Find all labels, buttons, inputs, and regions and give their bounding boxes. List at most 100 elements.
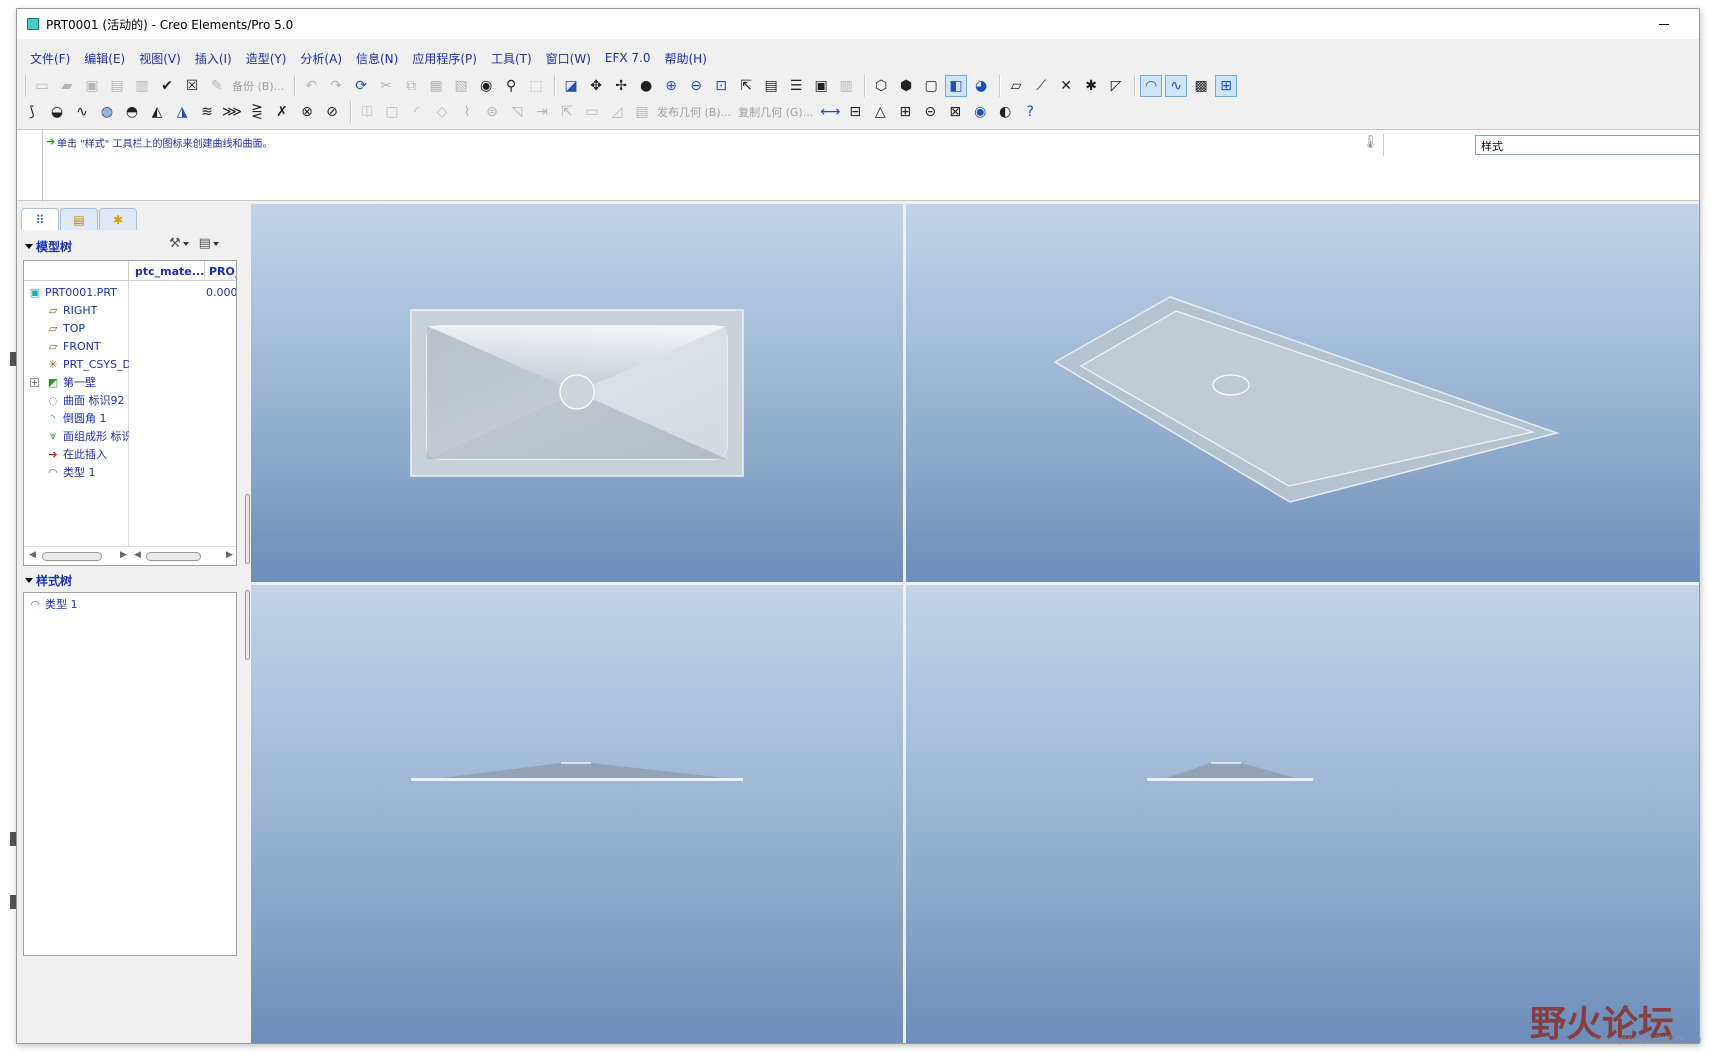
scroll-thumb[interactable]: [146, 552, 201, 561]
scroll-thumb[interactable]: [42, 552, 102, 561]
rectangle-icon[interactable]: ▢: [381, 101, 403, 123]
delete-curvature-icon[interactable]: ✗: [271, 101, 293, 123]
dihedral-analysis-icon[interactable]: ⋛: [246, 101, 268, 123]
solidify-icon[interactable]: ⇥: [531, 101, 553, 123]
tree-item-style-feature[interactable]: ◠ 类型 1: [24, 463, 236, 481]
enhanced-realism-icon[interactable]: ◕: [970, 75, 992, 97]
paste-icon[interactable]: ▦: [425, 75, 447, 97]
expand-icon[interactable]: +: [30, 377, 39, 387]
saved-views-icon[interactable]: ▤: [760, 75, 782, 97]
curvature-analysis-icon[interactable]: ◍: [96, 101, 118, 123]
interference-icon[interactable]: ⊠: [944, 101, 966, 123]
datum-planes-display-icon[interactable]: ▱: [1005, 75, 1027, 97]
panel-splitter[interactable]: [245, 494, 250, 674]
spin-center-icon[interactable]: ✥: [585, 75, 607, 97]
save-copy-icon[interactable]: ▤: [106, 75, 128, 97]
tree-item-round[interactable]: ◝ 倒圆角 1: [24, 409, 236, 427]
section-analysis-icon[interactable]: ◭: [146, 101, 168, 123]
menu-style[interactable]: 造型(Y): [239, 50, 294, 67]
four-view-icon[interactable]: ⊞: [1215, 75, 1238, 97]
scroll-left-icon[interactable]: ◀: [29, 550, 36, 560]
layers-icon[interactable]: ☰: [785, 75, 807, 97]
backup-label[interactable]: 备份 (B)...: [232, 78, 284, 94]
curve-edit-icon[interactable]: ∿: [71, 101, 93, 123]
sketch-icon[interactable]: ◿: [606, 101, 628, 123]
save-icon[interactable]: ▣: [81, 75, 103, 97]
undo-icon[interactable]: ↶: [300, 75, 322, 97]
measure-area-icon[interactable]: ⊟: [844, 101, 866, 123]
redo-icon[interactable]: ↷: [325, 75, 347, 97]
viewport-side-view[interactable]: [906, 585, 1699, 1043]
shell-icon[interactable]: ▭: [581, 101, 603, 123]
shade-analysis-icon[interactable]: ◓: [121, 101, 143, 123]
cut-icon[interactable]: ✂: [375, 75, 397, 97]
splitter-grip[interactable]: [245, 494, 250, 564]
measure-angle-icon[interactable]: △: [869, 101, 891, 123]
print-icon[interactable]: ▥: [131, 75, 153, 97]
traffic-light-icon[interactable]: ◉: [475, 75, 497, 97]
orient-mode-icon[interactable]: ✢: [610, 75, 632, 97]
menu-tools[interactable]: 工具(T): [484, 50, 539, 67]
shading-sphere-icon[interactable]: ●: [635, 75, 657, 97]
csys-display-icon[interactable]: ✱: [1080, 75, 1102, 97]
appearance-icon[interactable]: ▥: [835, 75, 857, 97]
tree-columns-icon[interactable]: ▤: [199, 236, 211, 251]
view-manager-icon[interactable]: ▣: [810, 75, 832, 97]
no-hidden-icon[interactable]: ▢: [920, 75, 942, 97]
tree-item-front[interactable]: ▱ FRONT: [24, 337, 236, 355]
regenerate-check-icon[interactable]: ✔: [156, 75, 178, 97]
arc-icon[interactable]: ◜: [406, 101, 428, 123]
open-folder-icon[interactable]: ▰: [56, 75, 78, 97]
trim-icon[interactable]: ⌇: [456, 101, 478, 123]
merge-icon[interactable]: ◇: [431, 101, 453, 123]
selection-box-icon[interactable]: ⬚: [525, 75, 547, 97]
scroll-left-icon[interactable]: ◀: [134, 550, 141, 560]
datum-axes-display-icon[interactable]: ⟋: [1030, 75, 1052, 97]
new-file-icon[interactable]: ▭: [31, 75, 53, 97]
scroll-right-icon[interactable]: ▶: [226, 550, 233, 560]
x-section-icon[interactable]: ⊝: [919, 101, 941, 123]
mass-properties-icon[interactable]: ⊞: [894, 101, 916, 123]
graphics-area[interactable]: [251, 204, 1699, 1043]
menu-info[interactable]: 信息(N): [349, 50, 405, 67]
find-binoculars-icon[interactable]: ⚲: [500, 75, 522, 97]
close-window-icon[interactable]: ☒: [181, 75, 203, 97]
menu-insert[interactable]: 插入(I): [188, 50, 239, 67]
extend-icon[interactable]: ◹: [506, 101, 528, 123]
datum-points-display-icon[interactable]: ✕: [1055, 75, 1077, 97]
measure-distance-icon[interactable]: ⟷: [819, 101, 841, 123]
repaint-icon[interactable]: ◪: [560, 75, 582, 97]
column-header-material[interactable]: ptc_mate...: [135, 265, 204, 278]
copy-geometry-label[interactable]: 复制几何 (G)...: [738, 104, 813, 120]
tab-model-tree[interactable]: ⠿: [21, 208, 59, 230]
viewport-front-view[interactable]: [251, 585, 903, 1043]
reorient-icon[interactable]: ⇱: [735, 75, 757, 97]
tree-item-surface[interactable]: ◌ 曲面 标识92: [24, 391, 236, 409]
grid-display-icon[interactable]: ▩: [1190, 75, 1212, 97]
slope-analysis-icon[interactable]: ⋙: [221, 101, 243, 123]
style-tree-item[interactable]: ◠ 类型 1: [24, 595, 236, 613]
viewport-top-view[interactable]: [251, 204, 903, 582]
tree-item-right[interactable]: ▱ RIGHT: [24, 301, 236, 319]
paste-special-icon[interactable]: ▧: [450, 75, 472, 97]
tree-item-top[interactable]: ▱ TOP: [24, 319, 236, 337]
reflection-analysis-icon[interactable]: ≋: [196, 101, 218, 123]
dropdown-arrow-icon[interactable]: [182, 241, 189, 246]
scroll-right-icon[interactable]: ▶: [120, 550, 127, 560]
annotation-display-icon[interactable]: ◸: [1105, 75, 1127, 97]
tab-favorites[interactable]: ✱: [99, 208, 137, 230]
offset-icon[interactable]: ⊜: [481, 101, 503, 123]
tab-folder-browser[interactable]: ▤: [60, 208, 98, 230]
delete-all-analysis-icon[interactable]: ⊘: [321, 101, 343, 123]
curve-tool-icon[interactable]: ⟆: [21, 101, 43, 123]
column-header-pro[interactable]: PRO_: [209, 265, 236, 278]
context-help-icon[interactable]: ?: [1019, 101, 1041, 123]
style-tree-header[interactable]: 样式树: [25, 570, 72, 590]
settings-tools-icon[interactable]: ⚒: [169, 236, 181, 251]
tree-item-first-wall[interactable]: + ◩ 第一壁: [24, 373, 236, 391]
menu-edit[interactable]: 编辑(E): [77, 50, 132, 67]
minimize-button[interactable]: [1657, 16, 1671, 30]
color-analysis-icon[interactable]: ◉: [969, 101, 991, 123]
menu-applications[interactable]: 应用程序(P): [405, 50, 484, 67]
saved-analysis-icon[interactable]: ◐: [994, 101, 1016, 123]
